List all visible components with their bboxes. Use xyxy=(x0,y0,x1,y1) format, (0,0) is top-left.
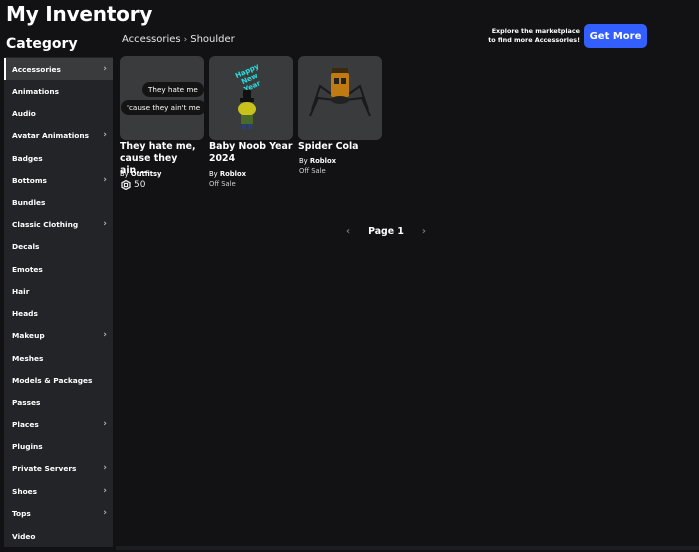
sidebar-item-label: Plugins xyxy=(12,441,43,451)
sidebar-item-label: Avatar Animations xyxy=(12,130,90,140)
sidebar-item-video[interactable]: Video xyxy=(4,525,113,547)
sidebar-item-label: Audio xyxy=(12,108,36,118)
sidebar-item-label: Bottoms xyxy=(12,175,47,185)
bottom-scrollbar[interactable] xyxy=(116,546,699,550)
sidebar-item-classic-clothing[interactable]: Classic Clothing › xyxy=(4,213,113,235)
baby-noob-image: Happy New Year xyxy=(234,62,262,129)
category-sidebar: Accessories › Animations Audio Avatar An… xyxy=(4,57,113,547)
breadcrumb-accessories[interactable]: Accessories xyxy=(122,34,181,45)
thumb-caption-1: They hate me xyxy=(142,82,204,97)
sidebar-item-label: Makeup xyxy=(12,330,45,340)
chevron-left-icon[interactable]: ‹ xyxy=(346,226,350,237)
creator-link[interactable]: Roblox xyxy=(220,170,246,178)
creator-link[interactable]: Roblox xyxy=(310,157,336,165)
sidebar-item-accessories[interactable]: Accessories › xyxy=(4,58,113,80)
thumb-caption-2: 'cause they ain't me xyxy=(121,100,204,115)
page-title: My Inventory xyxy=(6,2,153,26)
robux-icon xyxy=(121,180,131,190)
promo-text: Explore the marketplace to find more Acc… xyxy=(470,27,580,45)
chevron-right-icon: › xyxy=(103,130,107,140)
breadcrumb: Accessories › Shoulder xyxy=(122,34,235,45)
item-creator: By Roblox xyxy=(209,170,295,178)
item-name[interactable]: Spider Cola xyxy=(298,141,384,153)
chevron-right-icon: › xyxy=(103,508,107,518)
chevron-right-icon: › xyxy=(103,330,107,340)
sidebar-item-label: Models & Packages xyxy=(12,375,93,385)
sidebar-item-bundles[interactable]: Bundles xyxy=(4,191,113,213)
sidebar-item-label: Emotes xyxy=(12,264,43,274)
sidebar-item-models-packages[interactable]: Models & Packages xyxy=(4,369,113,391)
creator-link[interactable]: Outfitsy xyxy=(131,170,162,178)
sidebar-item-emotes[interactable]: Emotes xyxy=(4,258,113,280)
item-status: Off Sale xyxy=(209,180,236,188)
sidebar-item-makeup[interactable]: Makeup › xyxy=(4,324,113,346)
category-heading: Category xyxy=(6,36,78,52)
sidebar-item-plugins[interactable]: Plugins xyxy=(4,435,113,457)
creator-prefix: By xyxy=(209,170,218,178)
sidebar-item-tops[interactable]: Tops › xyxy=(4,502,113,524)
sidebar-item-label: Tops xyxy=(12,508,31,518)
sidebar-item-hair[interactable]: Hair xyxy=(4,280,113,302)
sidebar-item-label: Animations xyxy=(12,86,60,96)
promo-line-1: Explore the marketplace xyxy=(491,27,580,35)
sidebar-item-heads[interactable]: Heads xyxy=(4,302,113,324)
sidebar-item-label: Private Servers xyxy=(12,463,77,473)
creator-prefix: By xyxy=(299,157,308,165)
sidebar-item-bottoms[interactable]: Bottoms › xyxy=(4,169,113,191)
breadcrumb-shoulder: Shoulder xyxy=(190,34,235,45)
spider-cola-image xyxy=(309,68,371,117)
sidebar-item-audio[interactable]: Audio xyxy=(4,102,113,124)
sidebar-item-label: Accessories xyxy=(12,64,61,74)
item-status: Off Sale xyxy=(299,167,326,175)
sidebar-item-label: Shoes xyxy=(12,486,38,496)
sidebar-item-animations[interactable]: Animations xyxy=(4,80,113,102)
chevron-right-icon: › xyxy=(103,486,107,496)
sidebar-item-decals[interactable]: Decals xyxy=(4,235,113,257)
sidebar-item-places[interactable]: Places › xyxy=(4,413,113,435)
item-thumbnail[interactable]: They hate me 'cause they ain't me xyxy=(120,56,204,140)
creator-prefix: By xyxy=(120,170,129,178)
chevron-right-icon: › xyxy=(103,463,107,473)
sidebar-item-label: Video xyxy=(12,531,36,541)
chevron-right-icon: › xyxy=(183,34,188,45)
chevron-right-icon: › xyxy=(103,175,107,185)
item-name[interactable]: Baby Noob Year 2024 xyxy=(209,141,295,165)
sidebar-item-label: Classic Clothing xyxy=(12,219,79,229)
chevron-right-icon: › xyxy=(103,419,107,429)
sidebar-item-passes[interactable]: Passes xyxy=(4,391,113,413)
sidebar-item-private-servers[interactable]: Private Servers › xyxy=(4,457,113,479)
page-label: Page 1 xyxy=(368,225,404,237)
pagination: ‹ Page 1 › xyxy=(346,224,426,238)
item-creator: By Roblox xyxy=(299,157,385,165)
sidebar-item-label: Places xyxy=(12,419,39,429)
sidebar-item-label: Passes xyxy=(12,397,41,407)
item-thumbnail[interactable] xyxy=(298,56,382,140)
item-price: 50 xyxy=(121,180,145,190)
price-value: 50 xyxy=(134,180,146,190)
item-thumbnail[interactable]: Happy New Year xyxy=(209,56,293,140)
sidebar-item-label: Hair xyxy=(12,286,30,296)
chevron-right-icon: › xyxy=(103,219,107,229)
get-more-button[interactable]: Get More xyxy=(584,24,647,48)
chevron-right-icon: › xyxy=(103,64,107,74)
sidebar-item-label: Badges xyxy=(12,153,43,163)
sidebar-item-label: Meshes xyxy=(12,353,44,363)
sidebar-item-shoes[interactable]: Shoes › xyxy=(4,480,113,502)
sidebar-item-avatar-animations[interactable]: Avatar Animations › xyxy=(4,124,113,146)
promo-line-2: to find more Accessories! xyxy=(488,36,580,44)
sidebar-item-label: Bundles xyxy=(12,197,46,207)
chevron-right-icon[interactable]: › xyxy=(422,226,426,237)
sidebar-item-label: Heads xyxy=(12,308,38,318)
item-creator: By Outfitsy xyxy=(120,170,206,178)
sidebar-item-badges[interactable]: Badges xyxy=(4,147,113,169)
sidebar-item-label: Decals xyxy=(12,241,40,251)
sidebar-item-meshes[interactable]: Meshes xyxy=(4,347,113,369)
